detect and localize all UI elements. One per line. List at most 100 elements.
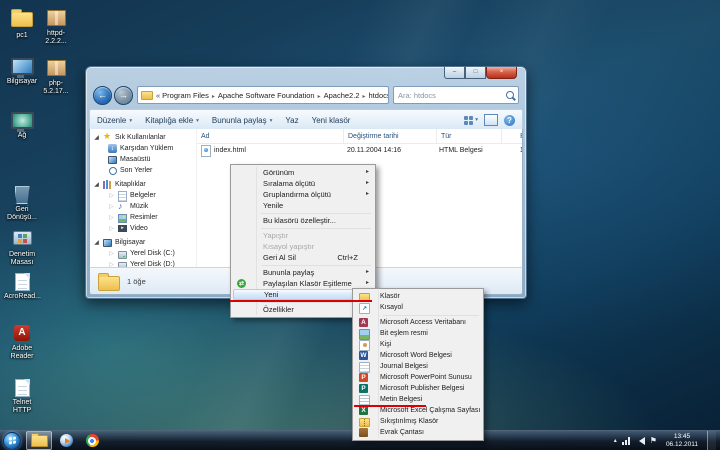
breadcrumb-segment[interactable]: Apache2.2 — [324, 91, 369, 100]
monitor-icon — [108, 156, 117, 164]
toolbar-duzenle[interactable]: Düzenle — [97, 116, 132, 125]
submenu-item-kisayol[interactable]: Kısayol — [355, 302, 481, 313]
sidebar-group-favorites[interactable]: Sık Kullanılanlar — [90, 132, 196, 143]
menu-item-yenile[interactable]: Yenile — [233, 200, 373, 211]
tray-expand-icon[interactable]: ▴ — [614, 437, 617, 444]
submenu-item-powerpoint[interactable]: Microsoft PowerPoint Sunusu — [355, 372, 481, 383]
expander-icon[interactable] — [93, 181, 100, 188]
expander-icon[interactable] — [108, 214, 115, 221]
breadcrumb[interactable]: « Program Files Apache Software Foundati… — [137, 86, 389, 104]
submenu-item-word[interactable]: Microsoft Word Belgesi — [355, 350, 481, 361]
help-icon[interactable]: ? — [504, 115, 515, 126]
sidebar-group-computer[interactable]: Bilgisayar — [90, 237, 196, 248]
submenu-item-bitmap[interactable]: Bit eşlem resmi — [355, 328, 481, 339]
volume-icon[interactable] — [635, 437, 645, 445]
menu-item-siralama[interactable]: Sıralama ölçütü — [233, 178, 373, 189]
desktop-icon-bilgisayar[interactable]: Bilgisayar — [4, 58, 40, 86]
word-icon — [359, 351, 368, 360]
sidebar-item-downloads[interactable]: Karşıdan Yüklem — [90, 143, 196, 154]
desktop-icon-httpd[interactable]: httpd-2.2.2... — [38, 8, 74, 46]
submenu-item-access[interactable]: Microsoft Access Veritabanı — [355, 317, 481, 328]
taskbar-explorer-button[interactable] — [26, 431, 52, 450]
desktop-icon-ag[interactable]: Ağ — [4, 112, 40, 140]
expander-icon[interactable] — [108, 225, 115, 232]
search-input[interactable]: Ara: htdocs — [393, 86, 519, 104]
file-row-index-html[interactable]: index.html 20.11.2004 14:16 HTML Belgesi… — [197, 144, 523, 157]
action-center-flag-icon[interactable]: ⚑ — [650, 437, 657, 445]
breadcrumb-overflow[interactable]: « — [156, 91, 160, 100]
clock-date: 06.12.2011 — [666, 441, 698, 449]
desktop-icon-control-panel[interactable]: Denetim Masası — [4, 228, 40, 267]
desktop-icon-adobe-reader[interactable]: Adobe Reader — [4, 324, 40, 361]
desktop-icon-telnet[interactable]: Telnet HTTP — [4, 378, 40, 415]
menu-item-gorunum[interactable]: Görünüm — [233, 167, 373, 178]
clock-icon — [109, 167, 117, 175]
desktop-icon-label: Telnet HTTP — [4, 399, 40, 415]
column-header-modified[interactable]: Değiştirme tarihi — [344, 129, 437, 143]
taskbar-clock[interactable]: 13:45 06.12.2011 — [662, 433, 702, 449]
sidebar-item-desktop[interactable]: Masaüstü — [90, 154, 196, 165]
submenu-item-zip[interactable]: Sıkıştırılmış Klasör — [355, 416, 481, 427]
desktop-icon-recycle-bin[interactable]: Geri Dönüşü... — [4, 186, 40, 222]
briefcase-icon — [359, 428, 368, 437]
maximize-button[interactable]: □ — [465, 67, 486, 79]
show-desktop-button[interactable] — [707, 431, 716, 450]
menu-item-bununla-paylas[interactable]: Bununla paylaş — [233, 267, 373, 278]
menu-item-label: Yenile — [263, 201, 283, 210]
package-icon — [47, 10, 66, 26]
toolbar-yeni-klasor[interactable]: Yeni klasör — [312, 116, 351, 125]
menu-item-label: Metin Belgesi — [380, 396, 422, 403]
publisher-icon — [359, 384, 368, 393]
network-icon[interactable] — [622, 437, 630, 445]
submenu-item-journal[interactable]: Journal Belgesi — [355, 361, 481, 372]
submenu-item-metin-belgesi[interactable]: Metin Belgesi — [355, 394, 481, 405]
breadcrumb-segment[interactable]: Program Files — [162, 91, 218, 100]
menu-item-label: Bu klasörü özelleştir... — [263, 216, 336, 225]
sidebar-item-documents[interactable]: Belgeler — [90, 190, 196, 201]
close-button[interactable]: × — [486, 67, 517, 79]
column-header-type[interactable]: Tür — [437, 129, 502, 143]
taskbar-browser-button[interactable] — [80, 432, 104, 449]
breadcrumb-segment[interactable]: htdocs — [369, 91, 389, 100]
column-header-name[interactable]: Ad — [197, 129, 344, 143]
taskbar-media-player-button[interactable] — [54, 432, 78, 449]
sidebar-label: Karşıdan Yüklem — [120, 145, 173, 152]
desktop-icon-label: Bilgisayar — [4, 78, 40, 86]
sidebar-item-recent[interactable]: Son Yerler — [90, 165, 196, 176]
sidebar-item-music[interactable]: Müzik — [90, 201, 196, 212]
video-icon — [118, 225, 127, 232]
sidebar-group-libraries[interactable]: Kitaplıklar — [90, 179, 196, 190]
back-button[interactable]: ← — [93, 86, 112, 105]
expander-icon[interactable] — [93, 239, 100, 246]
menu-item-ozellestir[interactable]: Bu klasörü özelleştir... — [233, 215, 373, 226]
toolbar-bununla-paylas[interactable]: Bununla paylaş — [212, 116, 272, 125]
submenu-item-evrak-cantasi[interactable]: Evrak Çantası — [355, 427, 481, 438]
expander-icon[interactable] — [108, 192, 115, 199]
start-button[interactable] — [3, 432, 21, 450]
expander-icon[interactable] — [108, 250, 115, 257]
menu-item-label: Sıralama ölçütü — [263, 179, 315, 188]
toolbar-kitapliga-ekle[interactable]: Kitaplığa ekle — [145, 116, 199, 125]
computer-icon — [103, 239, 112, 247]
sidebar-item-disk-c[interactable]: Yerel Disk (C:) — [90, 248, 196, 259]
expander-icon[interactable] — [108, 203, 115, 210]
preview-pane-button[interactable] — [484, 114, 498, 126]
column-header-size[interactable]: Boyut — [502, 129, 523, 143]
item-count: 1 öğe — [127, 277, 146, 286]
submenu-item-kisi[interactable]: Kişi — [355, 339, 481, 350]
sidebar-item-pictures[interactable]: Resimler — [90, 212, 196, 223]
submenu-item-publisher[interactable]: Microsoft Publisher Belgesi — [355, 383, 481, 394]
desktop-icon-acroread[interactable]: AcroRead... — [4, 272, 40, 301]
menu-item-geri-al-sil[interactable]: Geri Al Sil Ctrl+Z — [233, 252, 373, 263]
toolbar-yaz[interactable]: Yaz — [285, 116, 298, 125]
minimize-button[interactable]: – — [444, 67, 465, 79]
breadcrumb-segment[interactable]: Apache Software Foundation — [218, 91, 324, 100]
desktop-icon-php[interactable]: php-5.2.17... — [38, 58, 74, 96]
submenu-item-klasor[interactable]: Klasör — [355, 291, 481, 302]
expander-icon[interactable] — [93, 134, 100, 141]
menu-item-gruplandirma[interactable]: Gruplandırma ölçütü — [233, 189, 373, 200]
desktop-icon-pc1[interactable]: pc1 — [4, 8, 40, 40]
change-view-button[interactable] — [464, 116, 478, 125]
sidebar-item-video[interactable]: Video — [90, 223, 196, 234]
forward-button[interactable]: → — [114, 86, 133, 105]
